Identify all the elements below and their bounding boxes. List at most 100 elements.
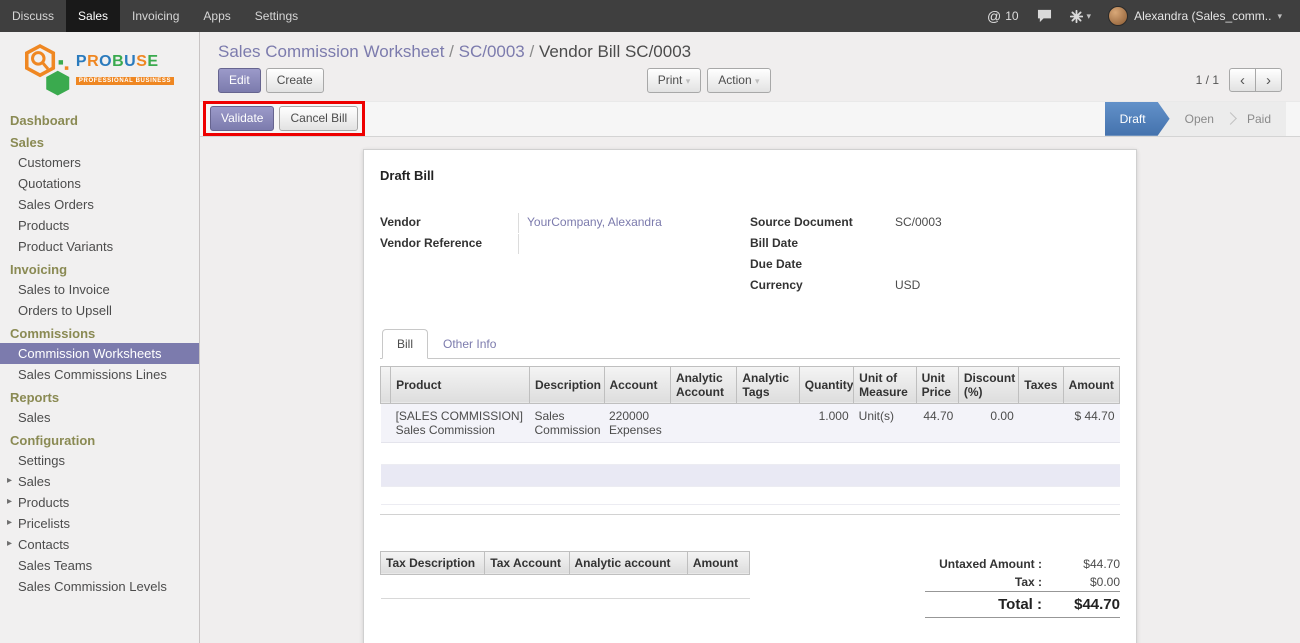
mentions-button[interactable]: @ 10	[978, 8, 1028, 24]
field-group-right: Source DocumentSC/0003Bill DateDue DateC…	[750, 213, 1120, 297]
menu-settings[interactable]: Settings	[243, 0, 310, 32]
content-area: Draft Bill VendorYourCompany, AlexandraV…	[200, 137, 1300, 643]
expand-caret-icon: ▸	[7, 517, 12, 528]
field-value-vendor[interactable]: YourCompany, Alexandra	[518, 213, 750, 233]
pager-next-button[interactable]: ›	[1255, 68, 1282, 92]
empty-tax-row	[381, 574, 750, 598]
caret-down-icon: ▾	[1087, 11, 1092, 22]
line-cell: $ 44.70	[1063, 403, 1119, 442]
field-label-vendor-reference: Vendor Reference	[380, 234, 518, 254]
empty-line-row	[381, 464, 1120, 486]
topbar-right: @ 10 ▾ Alexandra (Sales_comm.. ▾	[978, 0, 1300, 32]
sidebar-item-sales-commissions-lines[interactable]: Sales Commissions Lines	[0, 364, 199, 385]
validate-button[interactable]: Validate	[210, 106, 274, 131]
cancel-bill-button-label: Cancel Bill	[290, 111, 347, 125]
field-value-source-document: SC/0003	[895, 213, 942, 233]
tax-value: $0.00	[1042, 573, 1120, 592]
mention-count: 10	[1005, 9, 1018, 23]
untaxed-amount-value: $44.70	[1042, 555, 1120, 573]
sidebar-item-product-variants[interactable]: Product Variants	[0, 236, 199, 257]
tab-bill[interactable]: Bill	[382, 329, 428, 359]
layout: PROBUSE PROFESSIONAL BUSINESS DashboardS…	[0, 32, 1300, 643]
chevron-right-icon: ›	[1266, 72, 1271, 89]
menu-apps[interactable]: Apps	[191, 0, 242, 32]
tax-thead: Tax DescriptionTax AccountAnalytic accou…	[381, 551, 750, 574]
line-cell	[670, 403, 736, 442]
column-header-unit-of-measure: Unit of Measure	[854, 366, 916, 403]
sidebar-section-configuration[interactable]: Configuration	[0, 428, 199, 450]
cancel-bill-button[interactable]: Cancel Bill	[279, 106, 358, 131]
line-cell: [SALES COMMISSION] Sales Commission	[391, 403, 530, 442]
sidebar-section-dashboard[interactable]: Dashboard	[0, 108, 199, 130]
sidebar-item-products[interactable]: ▸Products	[0, 492, 199, 513]
sidebar-section-invoicing[interactable]: Invoicing	[0, 257, 199, 279]
field-row-vendor-reference: Vendor Reference	[380, 234, 750, 254]
sidebar-nav: DashboardSalesCustomersQuotationsSales O…	[0, 108, 199, 597]
sidebar-item-contacts[interactable]: ▸Contacts	[0, 534, 199, 555]
breadcrumb-separator: /	[525, 42, 539, 61]
chevron-left-icon: ‹	[1240, 72, 1245, 89]
sidebar-item-pricelists[interactable]: ▸Pricelists	[0, 513, 199, 534]
column-header-quantity: Quantity	[799, 366, 853, 403]
sidebar-item-sales[interactable]: Sales	[0, 407, 199, 428]
create-button[interactable]: Create	[266, 68, 324, 93]
sidebar-item-customers[interactable]: Customers	[0, 152, 199, 173]
breadcrumb-item-vendor-bill-sc-0003: Vendor Bill SC/0003	[539, 42, 691, 61]
tax-amount-row: Tax : $0.00	[925, 573, 1120, 592]
edit-button[interactable]: Edit	[218, 68, 261, 93]
sidebar-section-sales[interactable]: Sales	[0, 130, 199, 152]
logo-text: PROBUSE	[76, 54, 174, 70]
logo-tagline: PROFESSIONAL BUSINESS	[76, 77, 174, 85]
status-draft: Draft	[1105, 102, 1170, 136]
tab-other-info[interactable]: Other Info	[428, 329, 511, 359]
sidebar-item-sales-orders[interactable]: Sales Orders	[0, 194, 199, 215]
breadcrumb-item-sales-commission-worksheet[interactable]: Sales Commission Worksheet	[218, 42, 444, 61]
messages-button[interactable]	[1028, 0, 1061, 32]
company-logo[interactable]: PROBUSE PROFESSIONAL BUSINESS	[0, 32, 199, 108]
line-cell: 44.70	[916, 403, 958, 442]
avatar	[1108, 6, 1128, 26]
pager-previous-button[interactable]: ‹	[1229, 68, 1256, 92]
statusbar: DraftOpenPaid	[1105, 102, 1286, 136]
menu-sales[interactable]: Sales	[66, 0, 120, 32]
column-header-description: Description	[530, 366, 605, 403]
sidebar-item-orders-to-upsell[interactable]: Orders to Upsell	[0, 300, 199, 321]
breadcrumb-item-sc-0003[interactable]: SC/0003	[459, 42, 525, 61]
main-area: Sales Commission Worksheet / SC/0003 / V…	[200, 32, 1300, 643]
user-menu[interactable]: Alexandra (Sales_comm.. ▾	[1100, 0, 1290, 32]
notebook-tabs: BillOther Info	[380, 329, 1120, 359]
line-cell	[381, 403, 391, 442]
menu-invoicing[interactable]: Invoicing	[120, 0, 191, 32]
sidebar-item-quotations[interactable]: Quotations	[0, 173, 199, 194]
field-value-currency: USD	[895, 276, 920, 296]
sidebar-item-sales[interactable]: ▸Sales	[0, 471, 199, 492]
sidebar: PROBUSE PROFESSIONAL BUSINESS DashboardS…	[0, 32, 200, 643]
debug-menu-button[interactable]: ▾	[1061, 0, 1101, 32]
sidebar-item-sales-commission-levels[interactable]: Sales Commission Levels	[0, 576, 199, 597]
sidebar-section-reports[interactable]: Reports	[0, 385, 199, 407]
totals-table: Untaxed Amount : $44.70 Tax : $0.00 Tota…	[925, 555, 1120, 618]
column-header-taxes: Taxes	[1019, 366, 1063, 403]
column-header-amount: Amount	[1063, 366, 1119, 403]
action-dropdown-button[interactable]: Action ▾	[707, 68, 770, 93]
invoice-line-row[interactable]: [SALES COMMISSION] Sales CommissionSales…	[381, 403, 1120, 442]
print-dropdown-button[interactable]: Print ▾	[647, 68, 702, 93]
sidebar-item-products[interactable]: Products	[0, 215, 199, 236]
expand-caret-icon: ▸	[7, 475, 12, 486]
app-menu: DiscussSalesInvoicingAppsSettings	[0, 0, 310, 32]
field-row-bill-date: Bill Date	[750, 234, 1120, 254]
empty-line-row	[381, 486, 1120, 504]
sidebar-item-settings[interactable]: Settings	[0, 450, 199, 471]
mention-icon: @	[987, 8, 1001, 24]
sidebar-section-commissions[interactable]: Commissions	[0, 321, 199, 343]
caret-down-icon: ▾	[755, 76, 760, 86]
sidebar-item-sales-to-invoice[interactable]: Sales to Invoice	[0, 279, 199, 300]
invoice-lines-table: ProductDescriptionAccountAnalytic Accoun…	[380, 366, 1120, 505]
sidebar-item-sales-teams[interactable]: Sales Teams	[0, 555, 199, 576]
sidebar-item-commission-worksheets[interactable]: Commission Worksheets	[0, 343, 199, 364]
action-button-label: Action	[718, 73, 751, 87]
menu-discuss[interactable]: Discuss	[0, 0, 66, 32]
field-label-vendor: Vendor	[380, 213, 518, 233]
column-header-account: Account	[604, 366, 670, 403]
total-value: $44.70	[1042, 591, 1120, 617]
